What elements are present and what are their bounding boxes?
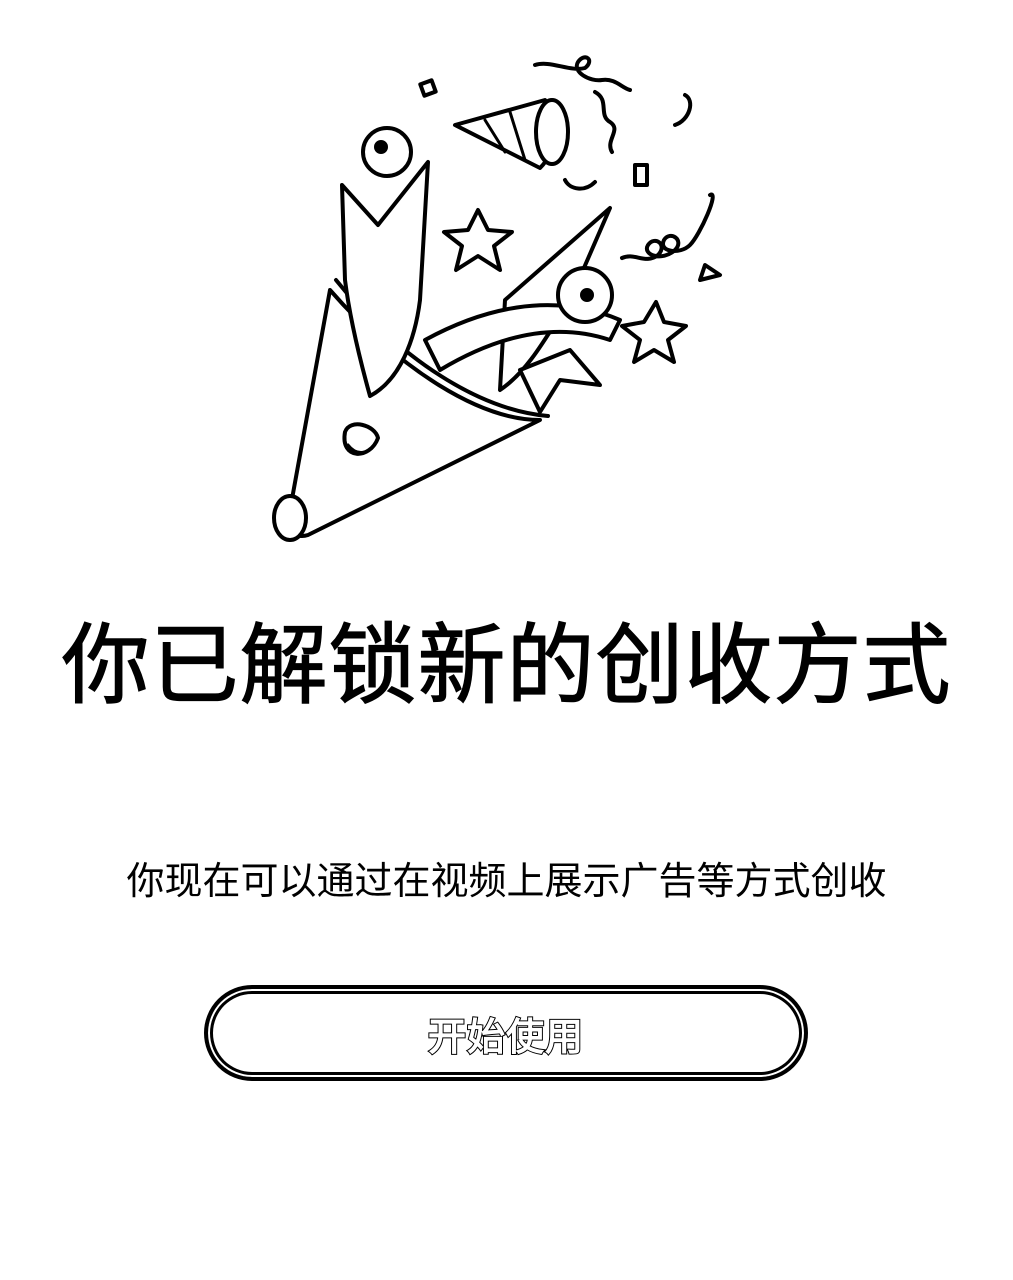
dialog-subtitle: 你现在可以通过在视频上展示广告等方式创收 [126,859,887,903]
party-popper-icon [250,40,770,560]
dialog-title: 你已解锁新的创收方式 [61,613,952,717]
get-started-button-label: 开始使用 [427,1014,584,1060]
get-started-button[interactable]: 开始使用 [204,985,808,1081]
